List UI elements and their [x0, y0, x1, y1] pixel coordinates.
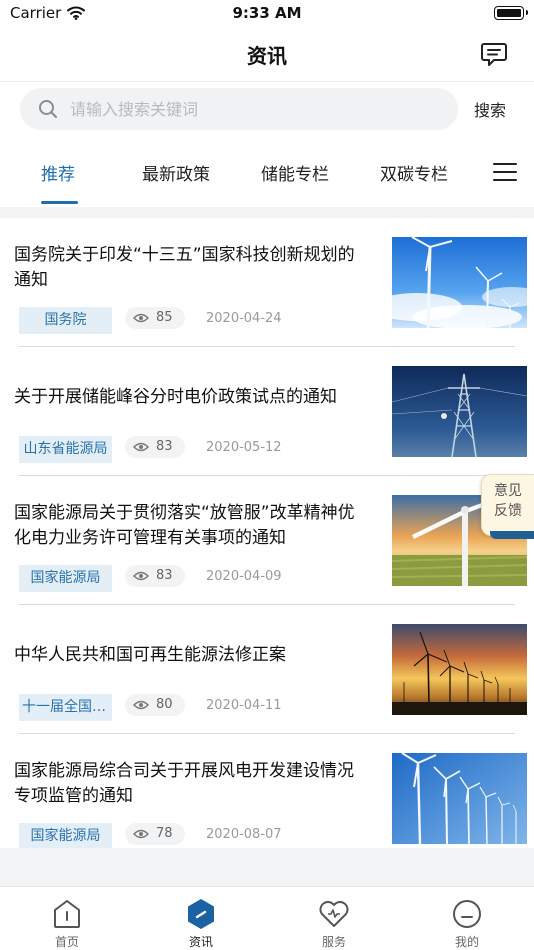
eye-icon [133, 700, 149, 710]
news-item[interactable]: 国务院关于印发“十三五”国家科技创新规划的通知 国务院 85 2020-04-2… [0, 218, 534, 347]
heart-service-icon [319, 901, 349, 927]
news-thumbnail-image [392, 753, 527, 844]
view-count: 78 [125, 823, 185, 845]
feedback-label-line1: 意见 [494, 483, 522, 499]
section-divider [0, 207, 534, 218]
news-title: 国务院关于印发“十三五”国家科技创新规划的通知 [14, 245, 355, 290]
source-tag: 国家能源局 [19, 565, 112, 592]
bottom-tab-bar: 首页 资讯 服务 我的 [0, 886, 534, 950]
publish-date: 2020-04-09 [206, 569, 282, 584]
tabbar-home[interactable]: 首页 [0, 887, 134, 950]
list-footer-gap [0, 848, 534, 886]
home-icon [54, 900, 80, 928]
news-thumbnail-image [392, 366, 527, 457]
view-count-number: 80 [156, 697, 173, 712]
tabbar-service[interactable]: 服务 [267, 887, 401, 950]
publish-date: 2020-04-11 [206, 698, 282, 713]
clock: 9:33 AM [232, 4, 302, 22]
page-title: 资讯 [247, 44, 287, 68]
tab-latest-policy[interactable]: 最新政策 [142, 160, 210, 185]
publish-date: 2020-08-07 [206, 827, 282, 842]
news-item[interactable]: 关于开展储能峰谷分时电价政策试点的通知 山东省能源局 83 2020-05-12 [0, 347, 534, 476]
view-count-number: 85 [156, 310, 173, 325]
tabbar-profile-label: 我的 [454, 935, 479, 949]
view-count: 85 [125, 307, 185, 329]
tabbar-service-label: 服务 [321, 935, 346, 949]
publish-date: 2020-05-12 [206, 440, 282, 455]
profile-icon [453, 900, 481, 928]
source-tag: 十一届全国人大常委会 [19, 694, 112, 721]
tabbar-news-label: 资讯 [188, 935, 213, 949]
view-count-number: 78 [156, 826, 173, 841]
eye-icon [133, 829, 149, 839]
tabbar-profile[interactable]: 我的 [400, 887, 534, 950]
tabbar-news[interactable]: 资讯 [134, 887, 268, 950]
news-title: 关于开展储能峰谷分时电价政策试点的通知 [14, 387, 337, 407]
view-count-number: 83 [156, 439, 173, 454]
source-tag: 国务院 [19, 307, 112, 334]
search-button[interactable]: 搜索 [474, 97, 506, 121]
search-input[interactable] [70, 88, 440, 130]
news-title: 国家能源局综合司关于开展风电开发建设情况专项监管的通知 [14, 761, 354, 806]
tab-recommended[interactable]: 推荐 [41, 160, 75, 185]
search-icon [39, 100, 58, 119]
news-item[interactable]: 国家能源局关于贯彻落实“放管服”改革精神优化电力业务许可管理有关事项的通知 国家… [0, 476, 534, 605]
tabbar-home-label: 首页 [54, 935, 79, 949]
source-tag: 山东省能源局 [19, 436, 112, 463]
news-item[interactable]: 中华人民共和国可再生能源法修正案 十一届全国人大常委会 80 2020-04-1… [0, 605, 534, 734]
view-count: 83 [125, 565, 185, 587]
feedback-label-line2: 反馈 [494, 503, 522, 519]
feedback-button[interactable]: 意见 反馈 [481, 474, 534, 539]
news-list: 国务院关于印发“十三五”国家科技创新规划的通知 国务院 85 2020-04-2… [0, 218, 534, 848]
tab-dual-carbon[interactable]: 双碳专栏 [380, 160, 448, 185]
view-count-number: 83 [156, 568, 173, 583]
eye-icon [133, 571, 149, 581]
news-title: 中华人民共和国可再生能源法修正案 [14, 645, 286, 665]
eye-icon [133, 313, 149, 323]
news-item[interactable]: 国家能源局综合司关于开展风电开发建设情况专项监管的通知 国家能源局 78 202… [0, 734, 534, 848]
status-bar: Carrier 9:33 AM [0, 0, 534, 28]
view-count: 83 [125, 436, 185, 458]
view-count: 80 [125, 694, 185, 716]
message-icon[interactable] [480, 40, 508, 68]
publish-date: 2020-04-24 [206, 311, 282, 326]
active-tab-indicator [41, 201, 78, 204]
tab-energy-storage[interactable]: 储能专栏 [261, 160, 329, 185]
news-thumbnail-image [392, 624, 527, 715]
menu-icon[interactable] [493, 163, 517, 183]
source-tag: 国家能源局 [19, 823, 112, 848]
news-thumbnail-image [392, 237, 527, 328]
battery-icon [494, 6, 528, 20]
navigation-header: 资讯 [0, 28, 534, 82]
eye-icon [133, 442, 149, 452]
search-bar[interactable] [20, 88, 458, 130]
category-tabs: 推荐 最新政策 储能专栏 双碳专栏 [0, 146, 534, 206]
news-icon [188, 899, 214, 929]
news-title: 国家能源局关于贯彻落实“放管服”改革精神优化电力业务许可管理有关事项的通知 [14, 503, 355, 548]
